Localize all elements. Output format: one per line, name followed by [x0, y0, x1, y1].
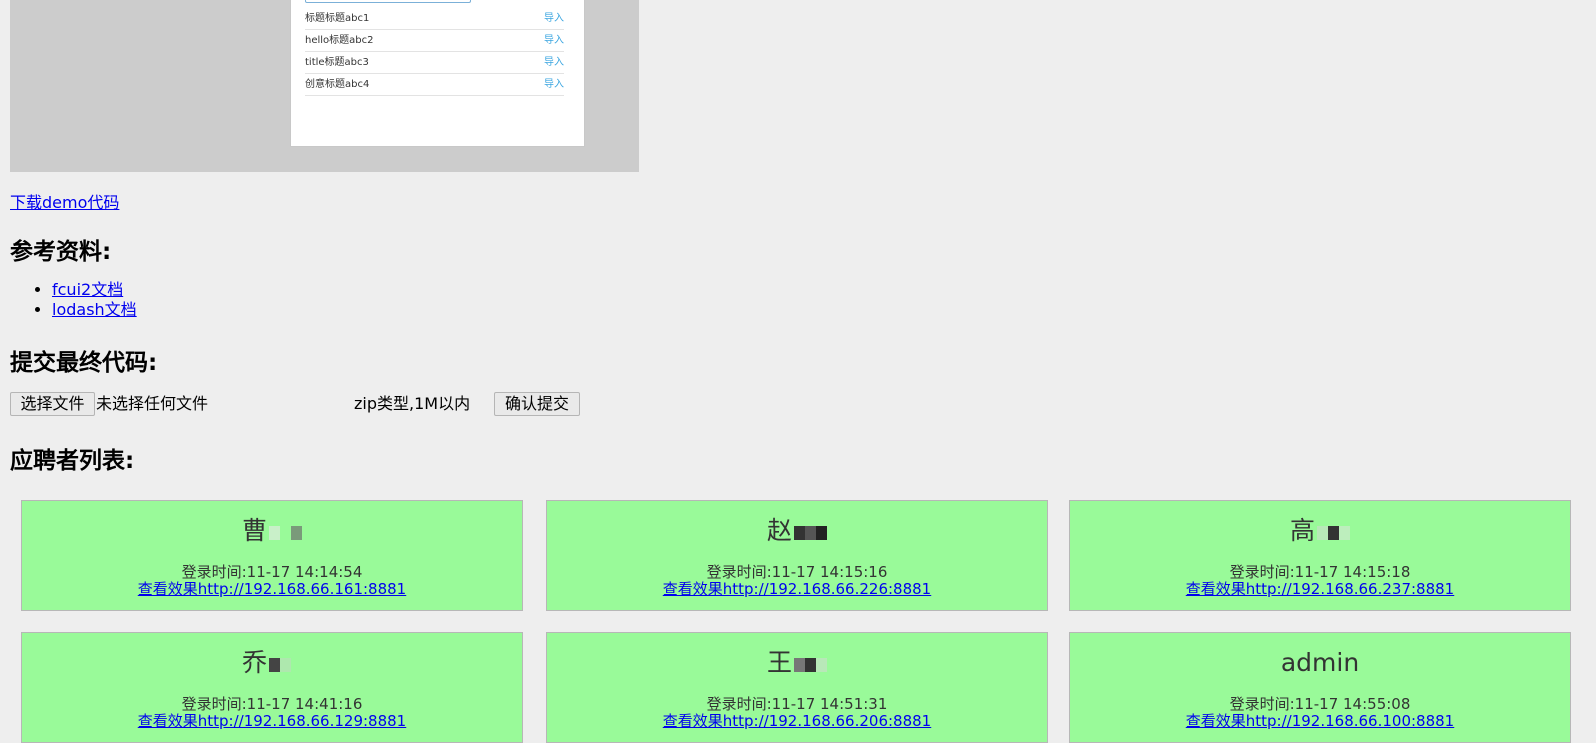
lodash-docs-link[interactable]: lodash文档: [52, 300, 137, 319]
candidates-heading: 应聘者列表:: [10, 448, 135, 474]
login-time: 登录时间:11-17 14:14:54: [181, 563, 363, 581]
login-time: 登录时间:11-17 14:15:18: [1229, 563, 1411, 581]
view-result-link[interactable]: 查看效果http://192.168.66.161:8881: [138, 580, 406, 598]
redacted-name-mosaic: [794, 648, 827, 680]
preview-row: hello标题abc2 导入: [305, 30, 564, 52]
candidate-card: 乔 登录时间:11-17 14:41:16 查看效果http://192.168…: [21, 632, 523, 743]
preview-row-import: 导入: [544, 13, 564, 24]
demo-preview-image: 标题标题abc1 导入 hello标题abc2 导入 title标题abc3 导…: [10, 0, 639, 172]
candidate-name: 王: [766, 648, 792, 677]
view-result-link[interactable]: 查看效果http://192.168.66.206:8881: [663, 712, 931, 730]
candidate-name: 乔: [241, 648, 267, 677]
references-list: fcui2文档 lodash文档: [10, 280, 137, 320]
login-time: 登录时间:11-17 14:41:16: [181, 695, 363, 713]
confirm-submit-button[interactable]: 确认提交: [494, 392, 580, 416]
preview-search-input: [305, 0, 471, 3]
redacted-name-mosaic: [269, 648, 302, 680]
fcui2-docs-link[interactable]: fcui2文档: [52, 280, 123, 299]
preview-row-import: 导入: [544, 35, 564, 46]
preview-row: 创意标题abc4 导入: [305, 74, 564, 96]
candidate-name: 曹: [241, 516, 267, 545]
view-result-link[interactable]: 查看效果http://192.168.66.100:8881: [1186, 712, 1454, 730]
preview-row-title: 标题标题abc1: [305, 13, 370, 24]
references-heading: 参考资料:: [10, 239, 112, 265]
file-status-text: 未选择任何文件: [96, 394, 209, 413]
choose-file-button[interactable]: 选择文件: [10, 392, 95, 416]
view-result-link[interactable]: 查看效果http://192.168.66.226:8881: [663, 580, 931, 598]
candidate-name: admin: [1280, 648, 1360, 677]
candidate-card: 曹 登录时间:11-17 14:14:54 查看效果http://192.168…: [21, 500, 523, 611]
list-item: fcui2文档: [52, 280, 137, 300]
preview-row: title标题abc3 导入: [305, 52, 564, 74]
preview-row-title: hello标题abc2: [305, 35, 374, 46]
download-demo-link[interactable]: 下载demo代码: [10, 189, 119, 213]
list-item: lodash文档: [52, 300, 137, 320]
candidate-name: 赵: [766, 516, 792, 545]
redacted-name-mosaic: [269, 516, 302, 548]
preview-row-title: 创意标题abc4: [305, 79, 370, 90]
login-time: 登录时间:11-17 14:51:31: [706, 695, 888, 713]
preview-row: 标题标题abc1 导入: [305, 8, 564, 30]
redacted-name-mosaic: [794, 516, 827, 548]
candidate-card: admin 登录时间:11-17 14:55:08 查看效果http://192…: [1069, 632, 1571, 743]
candidate-card: 高 登录时间:11-17 14:15:18 查看效果http://192.168…: [1069, 500, 1571, 611]
candidate-name: 高: [1289, 516, 1315, 545]
candidate-card: 赵 登录时间:11-17 14:15:16 查看效果http://192.168…: [546, 500, 1048, 611]
file-type-hint: zip类型,1M以内: [354, 394, 471, 413]
preview-row-title: title标题abc3: [305, 57, 369, 68]
view-result-link[interactable]: 查看效果http://192.168.66.237:8881: [1186, 580, 1454, 598]
preview-panel: 标题标题abc1 导入 hello标题abc2 导入 title标题abc3 导…: [290, 0, 585, 147]
candidate-card: 王 登录时间:11-17 14:51:31 查看效果http://192.168…: [546, 632, 1048, 743]
preview-row-import: 导入: [544, 79, 564, 90]
preview-row-import: 导入: [544, 57, 564, 68]
login-time: 登录时间:11-17 14:15:16: [706, 563, 888, 581]
view-result-link[interactable]: 查看效果http://192.168.66.129:8881: [138, 712, 406, 730]
submit-code-heading: 提交最终代码:: [10, 350, 158, 376]
redacted-name-mosaic: [1317, 516, 1350, 548]
login-time: 登录时间:11-17 14:55:08: [1229, 695, 1411, 713]
